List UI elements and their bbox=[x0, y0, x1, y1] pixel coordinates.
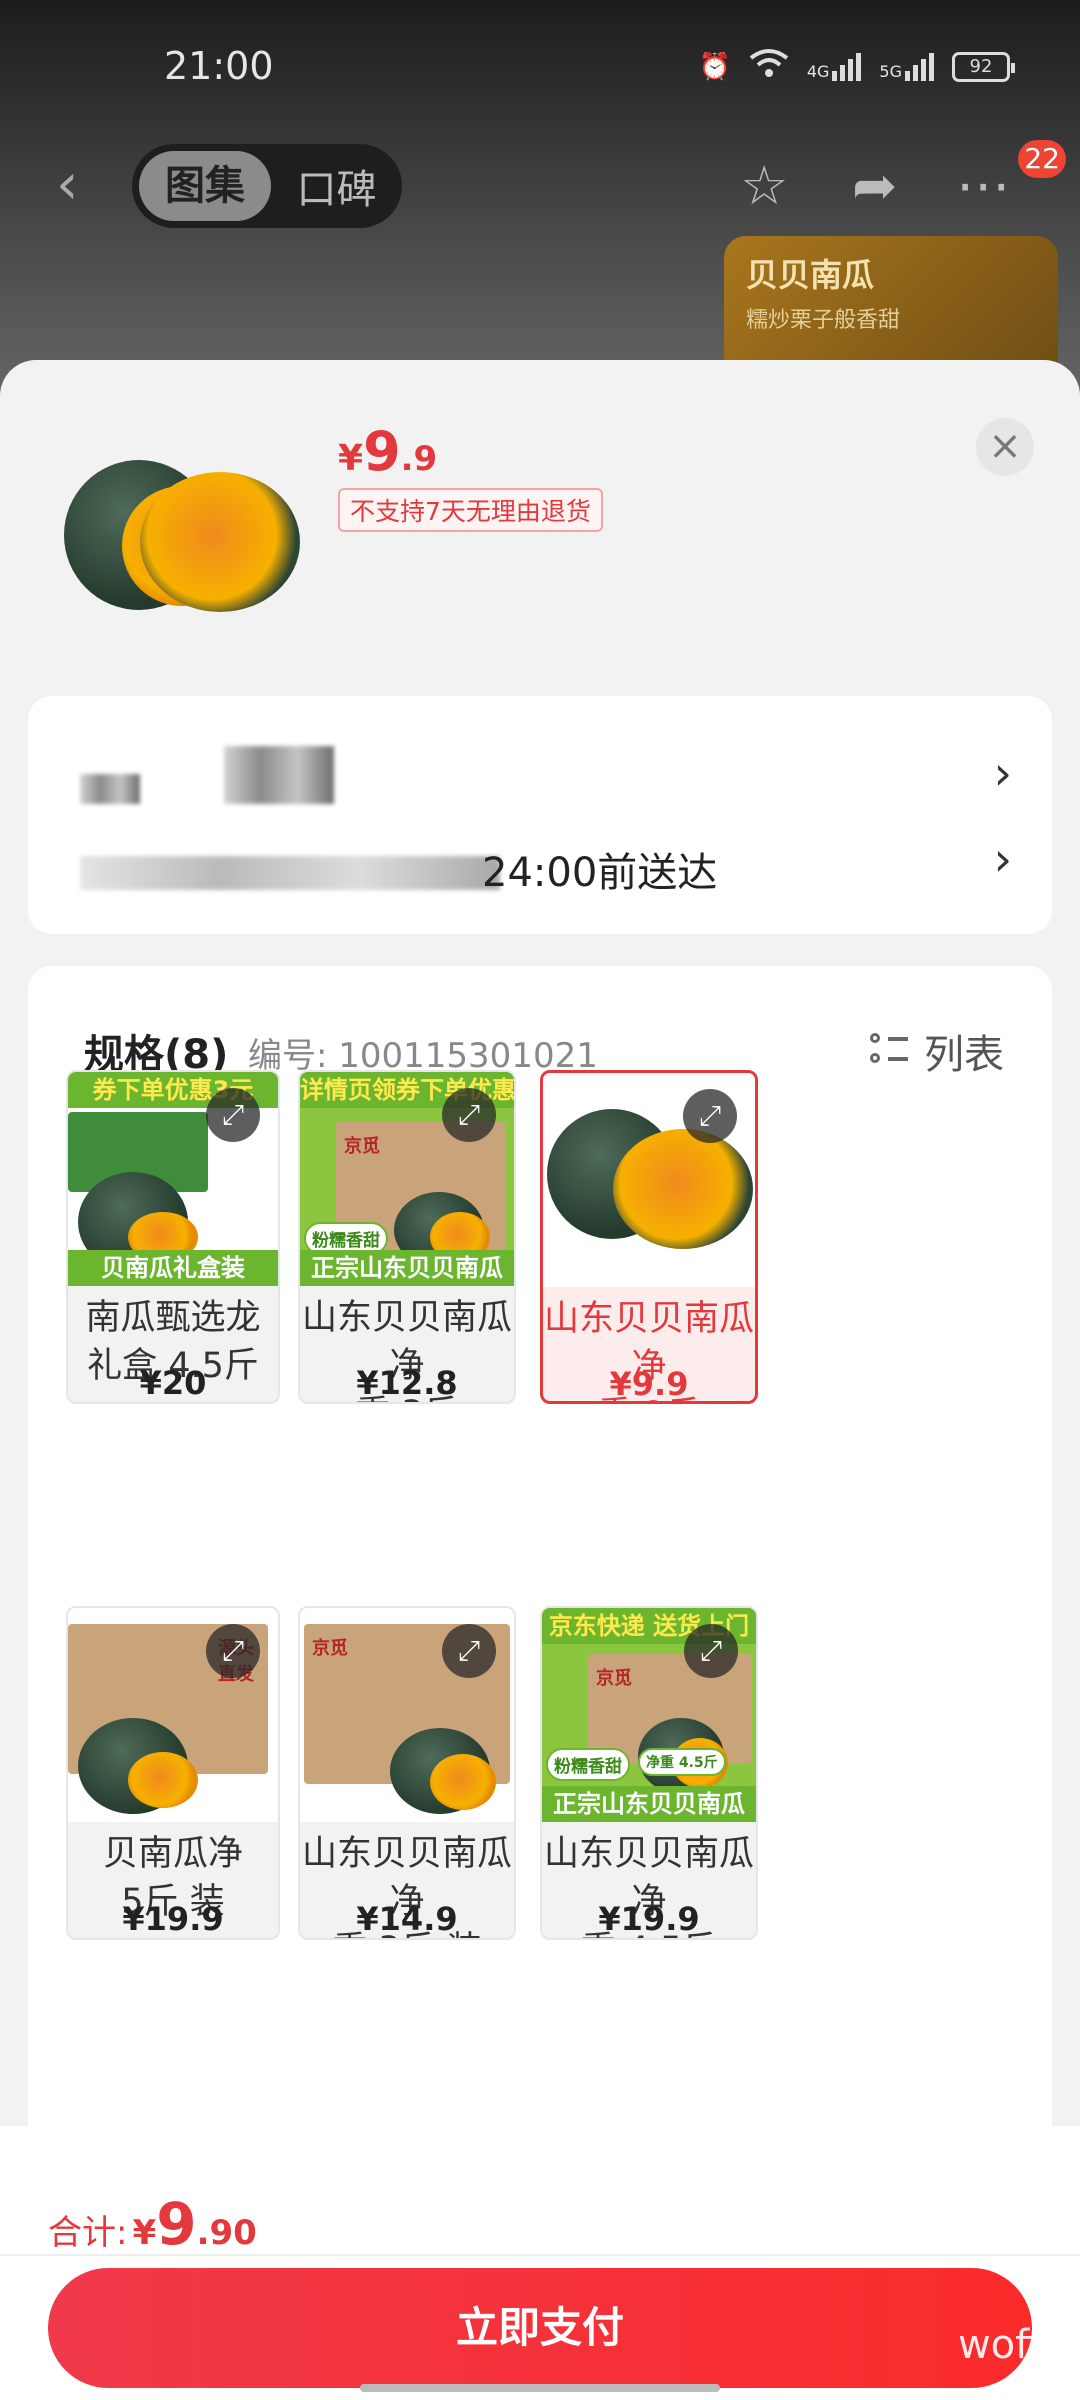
variant-tile[interactable]: 详情页领券下单优惠3元 京觅 粉糯香甜 正宗山东贝贝南瓜 ⤢ 山东贝贝南瓜净 重… bbox=[298, 1070, 516, 1404]
product-image bbox=[58, 450, 308, 630]
variant-tile[interactable]: 京觅 ⤢ 山东贝贝南瓜净 重 3斤 装 ¥14.9 bbox=[298, 1606, 516, 1940]
signal-4g-icon: 4G bbox=[807, 52, 862, 81]
star-icon[interactable]: ☆ bbox=[740, 158, 788, 214]
redacted-address-2 bbox=[224, 746, 334, 804]
redacted-address bbox=[80, 774, 140, 804]
delivery-time: 24:00前送达 bbox=[482, 850, 718, 896]
variant-tile[interactable]: 券下单优惠3元 贝南瓜礼盒装 ⤢ 南瓜甄选龙 礼盒 4.5斤 ¥20 bbox=[66, 1070, 280, 1404]
redacted-delivery bbox=[80, 856, 500, 890]
list-icon bbox=[870, 1033, 908, 1069]
variant-tile-selected[interactable]: ⤢ 山东贝贝南瓜净 重 2斤 ¥9.9 bbox=[540, 1070, 758, 1404]
tab-gallery[interactable]: 图集 bbox=[139, 151, 271, 221]
close-button[interactable]: × bbox=[976, 418, 1034, 476]
expand-icon[interactable]: ⤢ bbox=[684, 1624, 738, 1678]
tab-reviews[interactable]: 口碑 bbox=[271, 157, 402, 215]
expand-icon[interactable]: ⤢ bbox=[442, 1088, 496, 1142]
view-tabs: 图集 口碑 bbox=[132, 144, 402, 228]
delivery-card[interactable]: › 24:00前送达 › bbox=[28, 696, 1052, 934]
status-time: 21:00 bbox=[164, 44, 274, 88]
expand-icon[interactable]: ⤢ bbox=[683, 1089, 737, 1143]
product-header: ¥9.9 不支持7天无理由退货 × bbox=[0, 360, 1080, 660]
pay-now-button[interactable]: 立即支付 bbox=[48, 2268, 1032, 2388]
battery-icon: 92 bbox=[952, 51, 1015, 82]
status-bar: 21:00 ⏰ 4G 5G 92 bbox=[0, 0, 1080, 130]
top-bar: ‹ 图集 口碑 ☆ ➦ ⋯ 22 bbox=[0, 140, 1080, 230]
product-price: ¥9.9 bbox=[338, 420, 438, 483]
wifi-icon bbox=[749, 48, 789, 85]
variant-price: ¥19.9 bbox=[598, 1900, 700, 1938]
expand-icon[interactable]: ⤢ bbox=[206, 1088, 260, 1142]
variant-price: ¥19.9 bbox=[122, 1900, 224, 1938]
order-total: 合计: ¥9.90 bbox=[48, 2190, 257, 2258]
more-icon[interactable]: ⋯ bbox=[956, 158, 1010, 214]
expand-icon[interactable]: ⤢ bbox=[442, 1624, 496, 1678]
address-chevron-icon[interactable]: › bbox=[994, 746, 1012, 800]
thumb-title: 贝贝南瓜 bbox=[746, 256, 875, 294]
home-indicator[interactable] bbox=[360, 2384, 720, 2392]
variant-price: ¥20 bbox=[139, 1364, 207, 1402]
variant-price: ¥14.9 bbox=[356, 1900, 458, 1938]
footer-divider bbox=[0, 2254, 1080, 2256]
share-icon[interactable]: ➦ bbox=[852, 158, 897, 214]
message-badge: 22 bbox=[1018, 140, 1066, 178]
back-icon[interactable]: ‹ bbox=[56, 157, 78, 213]
spec-sheet: ¥9.9 不支持7天无理由退货 × › 24:00前送达 › 规格(8) 编号:… bbox=[0, 360, 1080, 2400]
thumb-subtitle: 糯炒栗子般香甜 bbox=[746, 308, 901, 333]
variant-price: ¥9.9 bbox=[609, 1365, 689, 1403]
status-icons: ⏰ 4G 5G 92 bbox=[698, 48, 1015, 85]
variant-price: ¥12.8 bbox=[356, 1364, 458, 1402]
return-policy-badge: 不支持7天无理由退货 bbox=[338, 488, 603, 532]
delivery-chevron-icon[interactable]: › bbox=[994, 832, 1012, 886]
expand-icon[interactable]: ⤢ bbox=[206, 1624, 260, 1678]
watermark: wofix bbox=[957, 2322, 1064, 2368]
variant-tile[interactable]: 源头直发 ⤢ 贝南瓜净 5斤 装 ¥19.9 bbox=[66, 1606, 280, 1940]
signal-5g-icon: 5G bbox=[879, 52, 934, 81]
variant-tile[interactable]: 京东快递 送货上门 京觅 粉糯香甜 净重 4.5斤 正宗山东贝贝南瓜 ⤢ 山东贝… bbox=[540, 1606, 758, 1940]
alarm-icon: ⏰ bbox=[698, 51, 731, 82]
